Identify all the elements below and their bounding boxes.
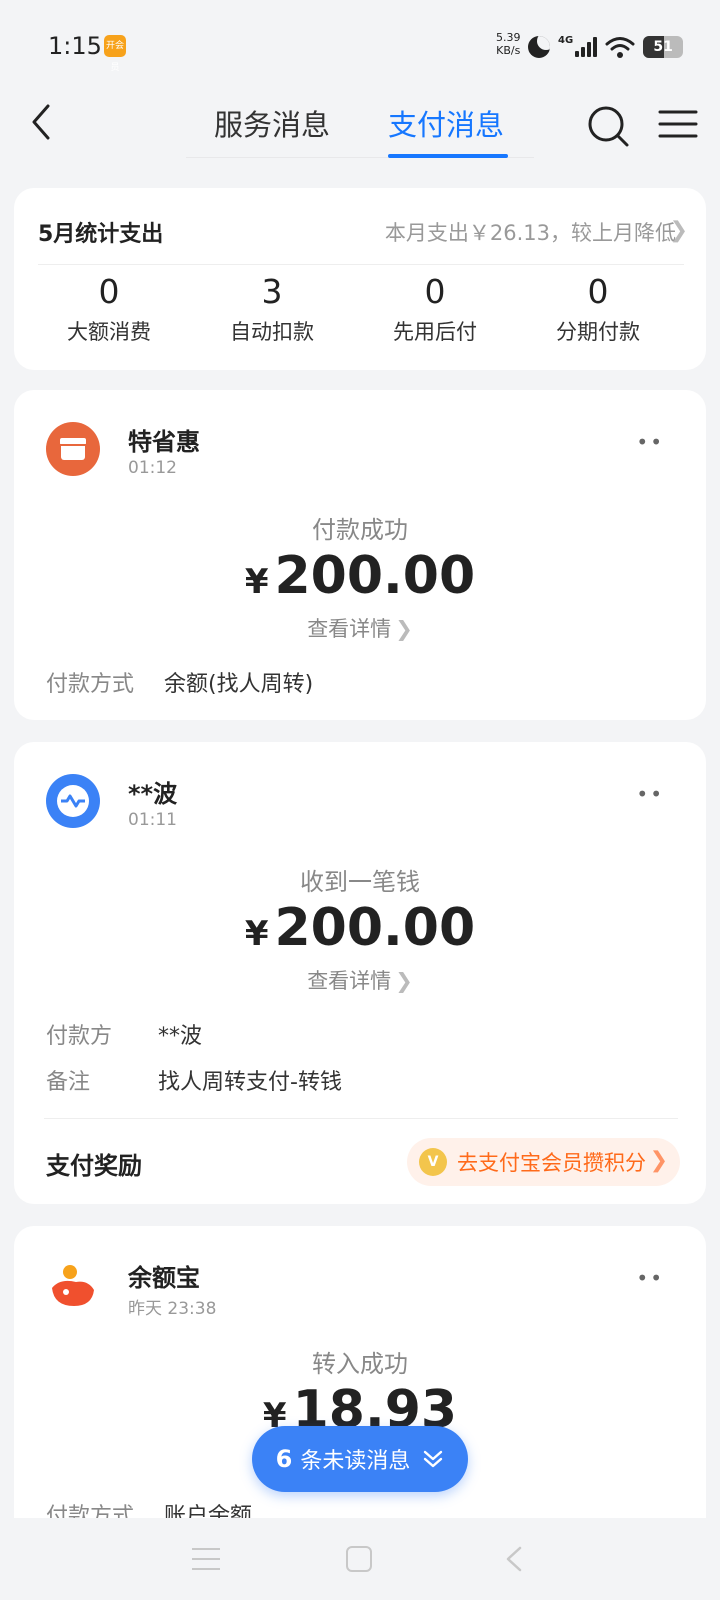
system-back-icon[interactable] bbox=[502, 1544, 526, 1574]
double-chevron-down-icon bbox=[424, 1450, 443, 1468]
remark-row: 备注 找人周转支付-转钱 bbox=[46, 1064, 342, 1096]
status-icons: 4G 51 bbox=[528, 32, 684, 62]
app-notification-icon: 开会员 bbox=[104, 35, 126, 73]
amount-value: 200.00 bbox=[274, 546, 476, 606]
tab-service-messages[interactable]: 服务消息 bbox=[214, 102, 330, 144]
stat-value: 0 bbox=[424, 272, 446, 311]
view-details-link[interactable]: 查看详情 ❯ bbox=[14, 613, 706, 643]
unread-messages-button[interactable]: 6 条未读消息 bbox=[252, 1426, 468, 1492]
stat-value: 3 bbox=[261, 272, 283, 311]
stat-auto-deduction[interactable]: 3 自动扣款 bbox=[187, 272, 357, 346]
message-time: 01:12 bbox=[128, 458, 177, 478]
info-value: 找人周转支付-转钱 bbox=[158, 1070, 342, 1095]
info-value: **波 bbox=[158, 1024, 203, 1049]
more-options-icon[interactable]: •• bbox=[636, 430, 664, 454]
reward-title: 支付奖励 bbox=[46, 1152, 142, 1180]
wifi-icon bbox=[605, 37, 635, 58]
divider bbox=[44, 1118, 678, 1119]
recent-apps-icon[interactable] bbox=[192, 1548, 220, 1570]
status-bar: 1:15 开会员 5.39 KB/s 4G 51 bbox=[0, 0, 720, 92]
stat-large-spending[interactable]: 0 大额消费 bbox=[24, 272, 194, 346]
header: 服务消息 支付消息 bbox=[0, 92, 720, 164]
payer-row: 付款方 **波 bbox=[46, 1018, 202, 1050]
status-time: 1:15 bbox=[48, 32, 102, 60]
view-details-label: 查看详情 bbox=[307, 617, 392, 641]
battery-level: 51 bbox=[653, 39, 673, 55]
summary-hint[interactable]: 本月支出￥26.13，较上月降低 bbox=[385, 217, 676, 247]
stat-label: 大额消费 bbox=[67, 320, 151, 344]
stat-label: 分期付款 bbox=[556, 320, 640, 344]
info-key: 备注 bbox=[46, 1070, 91, 1095]
message-time: 01:11 bbox=[128, 810, 177, 830]
tab-payment-messages[interactable]: 支付消息 bbox=[388, 102, 504, 144]
network-speed-unit: KB/s bbox=[496, 44, 521, 57]
more-options-icon[interactable]: •• bbox=[636, 782, 664, 806]
payment-message-card[interactable]: 特省惠 01:12 •• 付款成功 ¥200.00 查看详情 ❯ 付款方式 余额(找… bbox=[14, 390, 706, 720]
active-tab-indicator bbox=[388, 154, 508, 158]
stat-value: 0 bbox=[98, 272, 120, 311]
menu-icon[interactable] bbox=[658, 106, 698, 142]
system-navigation-bar bbox=[0, 1518, 720, 1600]
payment-status: 收到一笔钱 bbox=[300, 868, 420, 896]
unread-label: 条未读消息 bbox=[300, 1449, 411, 1474]
amount-value: 200.00 bbox=[274, 898, 476, 958]
stat-installment[interactable]: 0 分期付款 bbox=[513, 272, 683, 346]
earn-points-button[interactable]: V 去支付宝会员攒积分 ❯ bbox=[407, 1138, 680, 1186]
payment-status: 转入成功 bbox=[312, 1350, 408, 1378]
view-details-link[interactable]: 查看详情 ❯ bbox=[14, 965, 706, 995]
info-key: 付款方式 bbox=[46, 1504, 135, 1518]
earn-points-label: 去支付宝会员攒积分 bbox=[457, 1151, 646, 1175]
member-coin-icon: V bbox=[419, 1148, 447, 1176]
sender-name: **波 bbox=[128, 780, 178, 808]
stat-value: 0 bbox=[587, 272, 609, 311]
info-key: 付款方 bbox=[46, 1024, 113, 1049]
chevron-right-icon[interactable]: ❯ bbox=[670, 218, 688, 243]
home-icon[interactable] bbox=[346, 1546, 372, 1572]
info-value: 余额(找人周转) bbox=[164, 672, 314, 697]
payment-method-row: 付款方式 余额(找人周转) bbox=[46, 666, 313, 698]
back-icon[interactable] bbox=[26, 102, 56, 142]
transfer-icon bbox=[46, 774, 100, 828]
search-icon[interactable] bbox=[586, 104, 630, 148]
payment-result: 付款成功 ¥200.00 查看详情 ❯ bbox=[14, 510, 706, 643]
stat-label: 自动扣款 bbox=[230, 320, 314, 344]
summary-title: 5月统计支出 bbox=[38, 222, 164, 247]
monthly-summary-card: 5月统计支出 本月支出￥26.13，较上月降低 ❯ 0 大额消费 3 自动扣款 … bbox=[14, 188, 706, 370]
do-not-disturb-icon bbox=[528, 36, 550, 58]
sender-name: 余额宝 bbox=[128, 1264, 200, 1292]
stat-label: 先用后付 bbox=[393, 320, 477, 344]
payment-amount: ¥200.00 bbox=[14, 897, 706, 965]
chevron-right-icon: ❯ bbox=[649, 1148, 668, 1173]
payment-amount: ¥200.00 bbox=[14, 545, 706, 613]
network-speed-value: 5.39 bbox=[496, 31, 521, 44]
signal-icon bbox=[575, 37, 598, 57]
payment-result: 收到一笔钱 ¥200.00 查看详情 ❯ bbox=[14, 862, 706, 995]
payment-method-row: 付款方式 账户余额 bbox=[46, 1498, 252, 1518]
info-value: 账户余额 bbox=[164, 1504, 253, 1518]
stat-pay-later[interactable]: 0 先用后付 bbox=[350, 272, 520, 346]
currency-symbol: ¥ bbox=[244, 562, 269, 602]
payment-message-card[interactable]: **波 01:11 •• 收到一笔钱 ¥200.00 查看详情 ❯ 付款方 **波 … bbox=[14, 742, 706, 1204]
message-time: 昨天 23:38 bbox=[128, 1299, 217, 1319]
info-key: 付款方式 bbox=[46, 672, 135, 697]
chevron-right-icon: ❯ bbox=[395, 969, 413, 993]
sender-name: 特省惠 bbox=[128, 428, 200, 456]
yuebao-icon bbox=[46, 1258, 100, 1312]
view-details-label: 查看详情 bbox=[307, 969, 392, 993]
unread-count: 6 bbox=[275, 1445, 293, 1473]
network-type: 4G bbox=[558, 34, 574, 46]
payment-status: 付款成功 bbox=[312, 516, 408, 544]
battery-icon: 51 bbox=[643, 36, 684, 58]
divider bbox=[38, 264, 684, 265]
more-options-icon[interactable]: •• bbox=[636, 1266, 664, 1290]
currency-symbol: ¥ bbox=[244, 914, 269, 954]
chevron-right-icon: ❯ bbox=[395, 617, 413, 641]
store-icon bbox=[46, 422, 100, 476]
network-speed: 5.39 KB/s bbox=[496, 31, 521, 57]
